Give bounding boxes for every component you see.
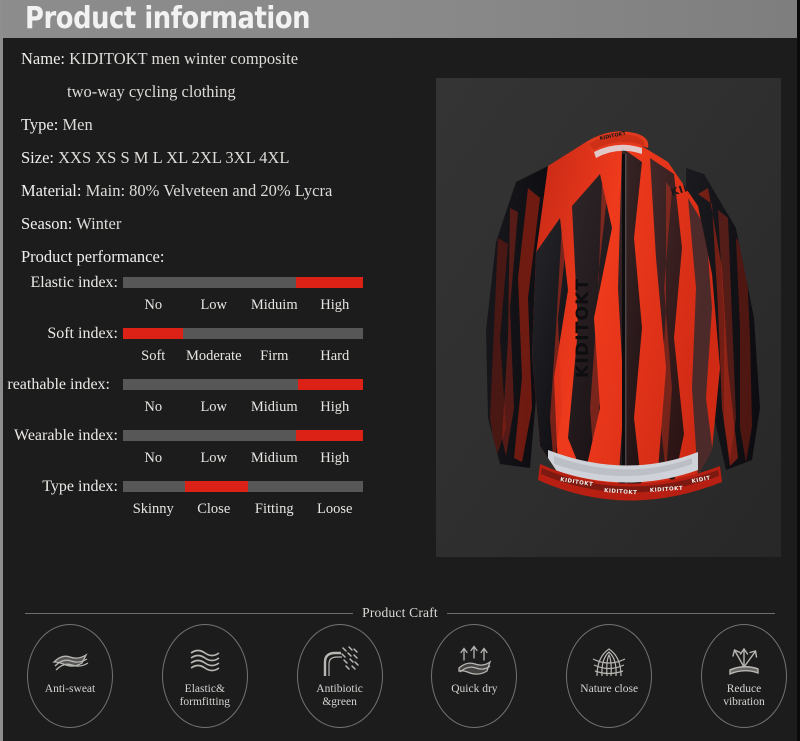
- performance-bar-track[interactable]: [123, 328, 363, 339]
- craft-badge[interactable]: Anti-sweat: [27, 624, 113, 728]
- performance-row-label: Type index:: [42, 478, 118, 495]
- performance-scale-label[interactable]: Close: [197, 498, 230, 520]
- fabric-layers-icon: [48, 645, 92, 679]
- performance-row-label: Wearable index:: [14, 427, 118, 444]
- performance-row: Type index: Skinny Close Fitting Loose: [3, 478, 423, 522]
- craft-badge-label: Antibiotic &green: [316, 683, 363, 708]
- craft-badge[interactable]: Reduce vibration: [700, 624, 787, 728]
- performance-scale: Soft Moderate Firm Hard: [123, 345, 365, 367]
- craft-badge-label: Elastic& formfitting: [179, 683, 231, 708]
- product-image-panel: KIDITOKT KIDIT KIDITOKT KIDITOKT KIDITOK…: [436, 78, 781, 557]
- page-header-banner: Product information: [3, 0, 797, 38]
- info-line: Type: Men: [21, 108, 421, 141]
- info-line-key: Material:: [21, 181, 82, 200]
- performance-scale-label[interactable]: Low: [200, 294, 227, 316]
- performance-scale-label[interactable]: Miduim: [251, 294, 298, 316]
- performance-scale: No Low Midium High: [123, 447, 365, 469]
- info-line-value: Winter: [76, 214, 122, 233]
- info-line-key: Size:: [21, 148, 54, 167]
- performance-scale-label[interactable]: High: [320, 396, 349, 418]
- evaporation-arrows-icon: [452, 645, 496, 679]
- performance-row-label: reathable index:: [7, 376, 110, 393]
- info-line-key: Name:: [21, 49, 65, 68]
- info-line: two-way cycling clothing: [21, 75, 421, 108]
- performance-scale-label[interactable]: High: [320, 294, 349, 316]
- performance-scale-label[interactable]: Moderate: [186, 345, 242, 367]
- performance-row-label: Elastic index:: [30, 274, 118, 291]
- info-line: Material: Main: 80% Velveteen and 20% Ly…: [21, 174, 421, 207]
- info-line-key: Season:: [21, 214, 73, 233]
- info-line-value: two-way cycling clothing: [67, 82, 236, 101]
- performance-bar-fill: [295, 430, 363, 441]
- performance-scale-label[interactable]: Low: [200, 447, 227, 469]
- performance-scale-label[interactable]: Low: [200, 396, 227, 418]
- performance-row: Wearable index: No Low Midium High: [3, 427, 423, 478]
- performance-bar-fill: [295, 277, 363, 288]
- performance-bar-track[interactable]: [123, 481, 363, 492]
- performance-scale-label[interactable]: No: [144, 294, 162, 316]
- info-line-key: Product performance:: [21, 247, 165, 266]
- craft-badge-label: Anti-sweat: [44, 683, 96, 695]
- divider-line-left: [25, 612, 354, 614]
- performance-bar-track[interactable]: [123, 277, 363, 288]
- info-line: Season: Winter: [21, 207, 421, 240]
- page-title: Product information: [25, 1, 311, 36]
- performance-scale-label[interactable]: High: [320, 447, 349, 469]
- craft-badge-label: Reduce vibration: [723, 683, 765, 708]
- performance-scale-label[interactable]: No: [144, 396, 162, 418]
- jersey-chest-brand-text: KIDITOKT: [573, 278, 593, 378]
- performance-scale-label[interactable]: Midium: [251, 447, 298, 469]
- woven-mesh-icon: [587, 645, 631, 679]
- craft-badge[interactable]: Nature close: [566, 624, 653, 728]
- craft-badge[interactable]: Quick dry: [431, 624, 518, 728]
- performance-scale: No Low Miduim High: [123, 294, 365, 316]
- info-line-value: Men: [62, 115, 93, 134]
- craft-badge-label: Nature close: [580, 683, 639, 695]
- product-craft-title: Product Craft: [362, 605, 438, 620]
- product-information-page: Product information Name: KIDITOKT men w…: [0, 0, 800, 741]
- performance-row: Soft index: Soft Moderate Firm Hard: [3, 325, 423, 376]
- performance-scale: No Low Midium High: [123, 396, 365, 418]
- craft-badge[interactable]: Antibiotic &green: [296, 624, 383, 728]
- info-line-value: KIDITOKT men winter composite: [69, 49, 299, 68]
- performance-scale-label[interactable]: Soft: [141, 345, 165, 367]
- info-line-value: XXS XS S M L XL 2XL 3XL 4XL: [58, 148, 290, 167]
- performance-row-label: Soft index:: [47, 325, 118, 342]
- wavy-lines-icon: [183, 645, 227, 679]
- info-line: Size: XXS XS S M L XL 2XL 3XL 4XL: [21, 141, 421, 174]
- info-line: Product performance:: [21, 240, 421, 273]
- performance-scale-label[interactable]: Fitting: [255, 498, 294, 520]
- performance-scale-label[interactable]: Skinny: [133, 498, 174, 520]
- performance-bar-track[interactable]: [123, 430, 363, 441]
- performance-bar-fill: [298, 379, 363, 390]
- performance-row: reathable index: No Low Midium High: [3, 376, 423, 427]
- performance-scale-label[interactable]: Loose: [317, 498, 352, 520]
- particle-deflect-icon: [318, 645, 362, 679]
- performance-scale-label[interactable]: Firm: [260, 345, 288, 367]
- performance-scale-label[interactable]: Midium: [251, 396, 298, 418]
- craft-badge-label: Quick dry: [451, 683, 498, 695]
- performance-scale-label[interactable]: Hard: [320, 345, 349, 367]
- vibration-deflect-icon: [722, 645, 766, 679]
- divider-line-right: [446, 612, 775, 614]
- performance-row: Elastic index: No Low Miduim High: [3, 274, 423, 325]
- craft-badge[interactable]: Elastic& formfitting: [161, 624, 248, 728]
- performance-bar-track[interactable]: [123, 379, 363, 390]
- performance-bar-fill: [185, 481, 248, 492]
- performance-bar-fill: [123, 328, 183, 339]
- cycling-jersey-photo: KIDITOKT KIDIT KIDITOKT KIDITOKT KIDITOK…: [436, 78, 781, 557]
- product-craft-badges: Anti-sweat Elastic& formfitting Antibiotic…: [27, 624, 787, 730]
- info-line-value: Main: 80% Velveteen and 20% Lycra: [85, 181, 333, 200]
- performance-scale-label[interactable]: No: [144, 447, 162, 469]
- info-line: Name: KIDITOKT men winter composite: [21, 42, 421, 75]
- product-info-block: Name: KIDITOKT men winter composite two-w…: [21, 42, 421, 273]
- info-line-key: Type:: [21, 115, 59, 134]
- product-craft-divider: Product Craft: [25, 605, 775, 621]
- performance-scale: Skinny Close Fitting Loose: [123, 498, 365, 520]
- performance-bars: Elastic index: No Low Miduim High Soft index:…: [3, 274, 423, 522]
